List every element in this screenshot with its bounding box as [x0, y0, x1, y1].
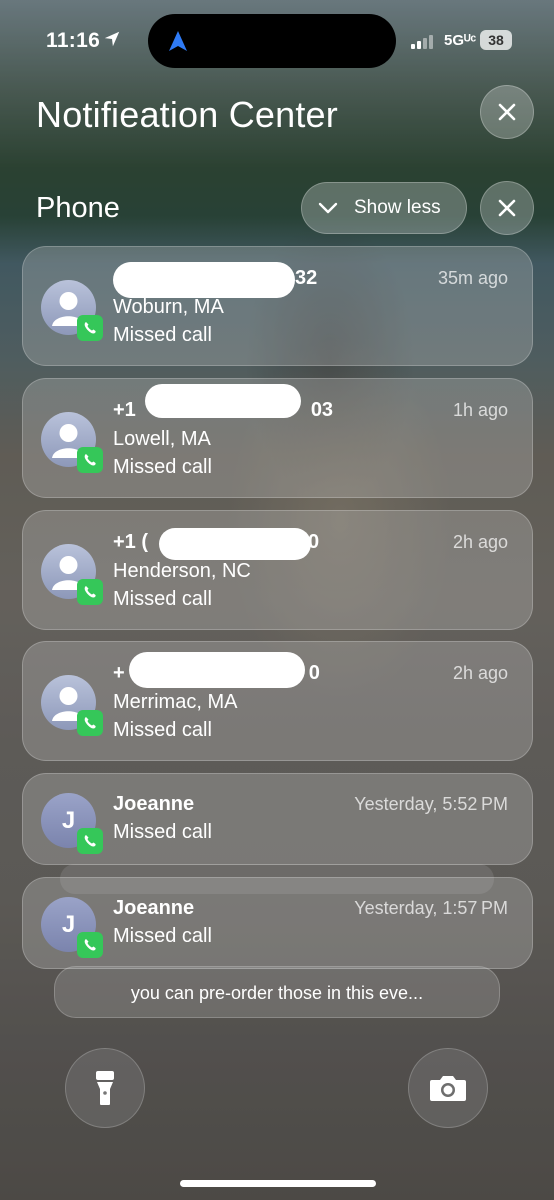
- redaction-mark: [113, 262, 295, 298]
- caller-name: Joeanne: [113, 897, 195, 919]
- notification-card[interactable]: +1 (0 Henderson, NC Missed call 2h ago: [22, 510, 533, 630]
- camera-button[interactable]: [408, 1048, 488, 1128]
- notification-time: 2h ago: [452, 532, 508, 552]
- redaction-mark: [159, 528, 311, 560]
- clock: 11:16: [46, 29, 101, 52]
- notification-card[interactable]: +1 03 Lowell, MA Missed call 1h ago: [22, 378, 533, 498]
- notification-message: Missed call: [113, 719, 212, 741]
- notification-message: Missed call: [113, 821, 212, 843]
- redaction-mark: [145, 384, 301, 418]
- notification-message: Missed call: [113, 456, 212, 478]
- phone-icon: [77, 579, 103, 605]
- caller-location: Lowell, MA: [113, 428, 211, 450]
- notification-time: 35m ago: [437, 268, 508, 288]
- show-less-button[interactable]: Show less: [301, 182, 467, 234]
- status-bar: 11:16 5Gᵁᶜ 38: [0, 0, 554, 80]
- flashlight-button[interactable]: [65, 1048, 145, 1128]
- notification-time: 2h ago: [452, 663, 508, 683]
- navigation-arrow-icon: [169, 31, 187, 51]
- caller-name: Joeanne: [113, 793, 195, 815]
- notification-time: Yesterday, 1:57 PM: [354, 898, 508, 918]
- stacked-notification-preview[interactable]: you can pre-order those in this eve...: [54, 966, 500, 1018]
- phone-icon: [77, 315, 103, 341]
- notification-message: Missed call: [113, 324, 212, 346]
- battery-indicator: 38: [480, 30, 512, 50]
- notification-card[interactable]: J Joeanne Missed call Yesterday, 5:52 PM: [22, 773, 533, 865]
- caller-location: Woburn, MA: [113, 296, 224, 318]
- phone-icon: [77, 710, 103, 736]
- page-title: Notifieation Center: [36, 94, 338, 135]
- home-indicator[interactable]: [180, 1180, 376, 1187]
- phone-icon: [77, 447, 103, 473]
- notification-message: Missed call: [113, 588, 212, 610]
- phone-icon: [77, 932, 103, 958]
- caller-location: Henderson, NC: [113, 560, 251, 582]
- group-title: Phone: [36, 192, 120, 224]
- redaction-mark: [129, 652, 305, 688]
- chevron-down-icon: [318, 202, 338, 214]
- notification-message: Missed call: [113, 925, 212, 947]
- camera-icon: [430, 1076, 466, 1101]
- clear-group-button[interactable]: [480, 181, 534, 235]
- network-type: 5Gᵁᶜ: [444, 32, 477, 49]
- notification-time: Yesterday, 5:52 PM: [354, 794, 508, 814]
- notification-card[interactable]: 32 Woburn, MA Missed call 35m ago: [22, 246, 533, 366]
- cellular-signal-icon: [411, 33, 441, 49]
- notification-card[interactable]: +0 Merrimac, MA Missed call 2h ago: [22, 641, 533, 761]
- clear-all-button[interactable]: [480, 85, 534, 139]
- caller-location: Merrimac, MA: [113, 691, 238, 713]
- flashlight-icon: [96, 1071, 114, 1105]
- notification-time: 1h ago: [452, 400, 508, 420]
- phone-icon: [77, 828, 103, 854]
- notification-card[interactable]: J Joeanne Missed call Yesterday, 1:57 PM: [22, 877, 533, 969]
- location-arrow-icon: [104, 31, 120, 47]
- close-icon: [498, 103, 516, 121]
- show-less-label: Show less: [354, 197, 441, 218]
- close-icon: [498, 199, 516, 217]
